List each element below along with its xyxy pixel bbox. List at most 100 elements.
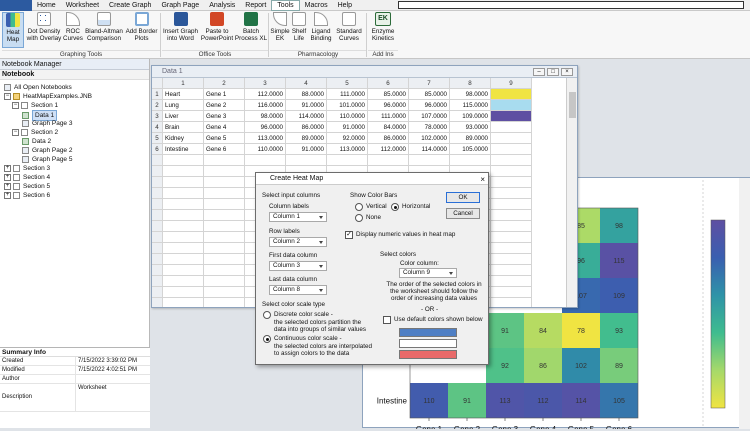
column-header[interactable]: 1 [163, 78, 204, 89]
table-cell[interactable]: 101.0000 [327, 100, 368, 111]
paste-powerpoint-button[interactable]: Paste to PowerPoint [199, 12, 235, 48]
table-cell[interactable] [204, 254, 245, 265]
table-cell[interactable] [163, 155, 204, 166]
row-header[interactable] [152, 188, 163, 199]
table-cell[interactable] [204, 298, 245, 307]
close-icon[interactable]: × [480, 174, 485, 186]
display-numeric-checkbox[interactable]: ✓ [345, 231, 353, 239]
table-cell[interactable]: 111.0000 [368, 111, 409, 122]
table-cell[interactable] [204, 232, 245, 243]
table-cell[interactable]: 114.0000 [286, 111, 327, 122]
table-cell[interactable] [163, 254, 204, 265]
maximize-icon[interactable]: □ [547, 68, 559, 76]
table-cell[interactable] [163, 166, 204, 177]
dot-density-button[interactable]: Dot Density with Overlay [25, 12, 63, 48]
default-color-swatch[interactable] [399, 350, 457, 359]
table-cell[interactable] [450, 155, 491, 166]
default-color-swatch[interactable] [399, 328, 457, 337]
table-cell[interactable]: 91.0000 [286, 100, 327, 111]
tree-item-notebook-file[interactable]: − HeatMapExamples.JNB [4, 92, 92, 101]
table-cell[interactable] [491, 188, 532, 199]
tree-item-graph-page-5[interactable]: Graph Page 5 [22, 155, 72, 164]
table-cell[interactable] [491, 232, 532, 243]
menu-macros[interactable]: Macros [300, 0, 333, 11]
color-cell[interactable] [491, 111, 532, 122]
row-header[interactable] [152, 276, 163, 287]
table-cell[interactable] [204, 265, 245, 276]
table-cell[interactable] [163, 287, 204, 298]
table-cell[interactable]: Heart [163, 89, 204, 100]
table-cell[interactable] [163, 177, 204, 188]
table-cell[interactable] [491, 133, 532, 144]
table-cell[interactable] [245, 155, 286, 166]
vertical-radio[interactable] [355, 203, 363, 211]
table-cell[interactable] [204, 166, 245, 177]
first-data-select[interactable]: Column 3 [269, 261, 327, 271]
row-header[interactable] [152, 221, 163, 232]
color-cell[interactable] [491, 100, 532, 111]
table-cell[interactable] [204, 199, 245, 210]
table-cell[interactable]: Gene 3 [204, 111, 245, 122]
expand-toggle-icon[interactable]: + [4, 183, 11, 190]
shelf-life-button[interactable]: Shelf Life [290, 12, 308, 48]
table-cell[interactable] [491, 265, 532, 276]
discrete-radio[interactable] [263, 311, 271, 319]
table-cell[interactable] [491, 243, 532, 254]
menu-create-graph[interactable]: Create Graph [104, 0, 156, 11]
table-cell[interactable] [204, 221, 245, 232]
table-cell[interactable] [163, 199, 204, 210]
table-cell[interactable] [491, 199, 532, 210]
row-header[interactable]: 2 [152, 100, 163, 111]
summary-value[interactable]: Worksheet [75, 384, 107, 411]
vertical-scrollbar[interactable] [739, 178, 750, 429]
tree-item-all-notebooks[interactable]: All Open Notebooks [4, 83, 72, 92]
table-cell[interactable]: Brain [163, 122, 204, 133]
row-header[interactable] [152, 243, 163, 254]
table-cell[interactable] [204, 177, 245, 188]
table-cell[interactable]: 113.0000 [327, 144, 368, 155]
roc-curves-button[interactable]: ROC Curves [63, 12, 83, 48]
table-cell[interactable]: Intestine [163, 144, 204, 155]
row-header[interactable] [152, 265, 163, 276]
close-icon[interactable]: × [561, 68, 573, 76]
table-cell[interactable]: 88.0000 [286, 89, 327, 100]
column-header[interactable]: 4 [286, 78, 327, 89]
table-cell[interactable]: Gene 2 [204, 100, 245, 111]
tree-item-graph-page-2[interactable]: Graph Page 2 [22, 146, 72, 155]
table-cell[interactable]: 110.0000 [327, 111, 368, 122]
row-header[interactable]: 4 [152, 122, 163, 133]
scrollbar-thumb[interactable] [569, 92, 576, 118]
tree-item-section-6[interactable]: + Section 6 [4, 191, 50, 200]
table-cell[interactable] [491, 287, 532, 298]
table-cell[interactable] [163, 188, 204, 199]
table-cell[interactable] [204, 188, 245, 199]
column-header[interactable]: 7 [409, 78, 450, 89]
table-cell[interactable] [204, 155, 245, 166]
table-cell[interactable] [491, 210, 532, 221]
grid-corner[interactable] [152, 78, 163, 89]
row-header[interactable] [152, 232, 163, 243]
table-cell[interactable] [163, 243, 204, 254]
column-labels-select[interactable]: Column 1 [269, 212, 327, 222]
tree-item-section-2[interactable]: − Section 2 [12, 128, 58, 137]
row-header[interactable]: 1 [152, 89, 163, 100]
table-cell[interactable]: 114.0000 [409, 144, 450, 155]
color-column-select[interactable]: Column 9 [399, 268, 457, 278]
table-cell[interactable] [491, 298, 532, 307]
table-cell[interactable]: 86.0000 [286, 122, 327, 133]
menu-help[interactable]: Help [333, 0, 357, 11]
table-cell[interactable]: 107.0000 [409, 111, 450, 122]
row-header[interactable] [152, 199, 163, 210]
menu-graph-page[interactable]: Graph Page [156, 0, 204, 11]
column-header[interactable]: 5 [327, 78, 368, 89]
continuous-radio[interactable] [263, 335, 271, 343]
row-header[interactable] [152, 210, 163, 221]
table-cell[interactable] [163, 210, 204, 221]
table-cell[interactable]: Gene 6 [204, 144, 245, 155]
table-cell[interactable] [163, 298, 204, 307]
table-cell[interactable]: 91.0000 [286, 144, 327, 155]
table-cell[interactable]: 92.0000 [327, 133, 368, 144]
table-cell[interactable] [491, 166, 532, 177]
column-header[interactable]: 3 [245, 78, 286, 89]
column-header[interactable]: 9 [491, 78, 532, 89]
